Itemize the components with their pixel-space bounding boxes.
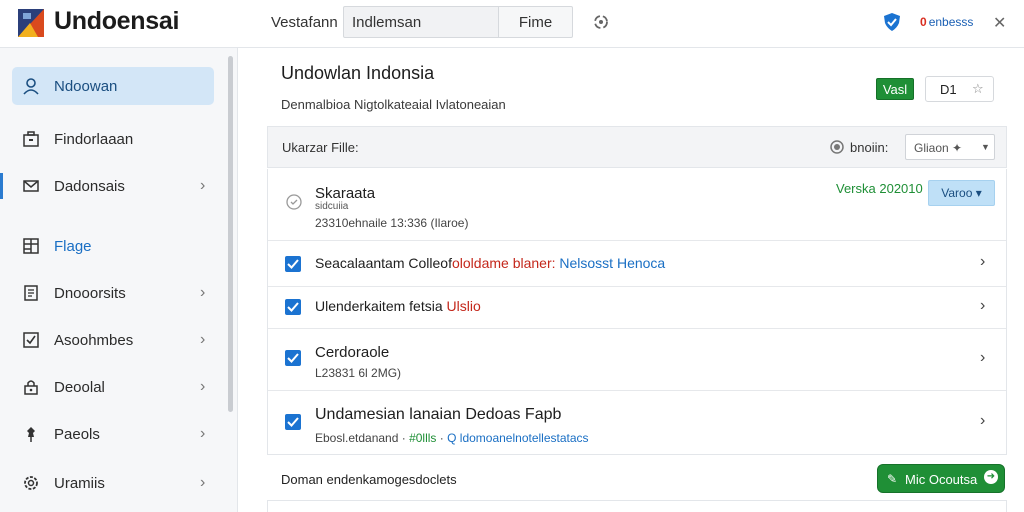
shield-check-icon[interactable] [882,12,902,32]
page-title: Undowlan Indonsia [281,63,435,83]
sidebar-item-label: Findorlaaan [54,130,134,148]
file-list-header: Ukarzar Fille: bnoiin: Gliaon ✦ ▼ [267,126,1007,168]
item-subtitle: sidcuiia [315,201,349,212]
sidebar-item-label: Flage [54,237,92,255]
chevron-right-icon: › [200,331,206,348]
sidebar-item-paeols[interactable]: Paeols › [0,415,228,453]
sidebar-item-label: Paeols [54,425,100,443]
item-title: Skaraata [315,185,376,202]
top-bar: Undoensai Vestafann Fime 0enbesss ✕ [0,0,1024,48]
user-icon [23,78,39,95]
sidebar-item-label: Dnooorsits [54,284,126,302]
sidebar-item-label: Dadonsais [54,177,125,195]
list-item[interactable]: Seacalaantam Colleofololdame blaner: Nel… [268,241,1006,287]
item-meta: Ebosl.etdanand · #0llls · Q ldomoanelnot… [315,431,589,445]
list-item[interactable]: Undamesian lanaian Dedoas Fapb Ebosl.etd… [268,391,1006,455]
refresh-icon[interactable] [592,13,610,31]
rating-control[interactable]: D1 ☆ [925,76,994,102]
chevron-right-icon: › [200,474,206,491]
file-list: Skaraata sidcuiia 23310ehnaile 13:336 (I… [267,169,1007,455]
chevron-right-icon[interactable]: › [980,297,985,315]
filter-select-value: Gliaon ✦ [914,141,963,155]
list-item[interactable]: Cerdoraole L23831 6l 2MG) › [268,329,1006,391]
chevron-down-icon: ▼ [981,142,990,152]
chevron-right-icon: › [200,378,206,395]
sidebar-item-label: Asoohmbes [54,331,134,349]
sidebar-item-findorlaaan[interactable]: Findorlaaan [0,120,228,158]
sidebar-item-asoohmbes[interactable]: Asoohmbes › [0,321,228,359]
document-icon [24,285,38,301]
rating-value: D1 [940,82,957,97]
status-badge[interactable]: Vasl [876,78,914,100]
chevron-right-icon: › [200,425,206,442]
sidebar-item-deoolal[interactable]: Deoolal › [0,368,228,406]
item-title: Undamesian lanaian Dedoas Fapb [315,406,562,423]
item-title: Seacalaantam Colleofololdame blaner: Nel… [315,255,666,271]
primary-action-button[interactable]: ✎ Mic Ocoutsa ➜ [877,464,1005,493]
sidebar-item-ndoowan[interactable]: Ndoowan [12,67,214,105]
sidebar-item-label: Uramiis [54,474,105,492]
item-version: Verska 202010 [836,181,923,196]
file-icon [286,194,302,210]
footer-text: Doman endenkamogesdoclets [281,472,457,487]
primary-action-label: Mic Ocoutsa [905,472,978,487]
file-button[interactable]: Fime [498,6,573,38]
filter-select[interactable]: Gliaon ✦ ▼ [905,134,995,160]
sidebar-item-dnooorsits[interactable]: Dnooorsits › [0,274,228,312]
item-title: Cerdoraole [315,344,390,361]
item-title: Ulenderkaitem fetsia Ulslio [315,298,481,314]
sidebar-item-flage[interactable]: Flage [0,227,228,265]
lock-icon [24,380,38,395]
toggle-label: bnoiin: [850,140,889,155]
next-panel-edge [267,500,1007,512]
checkbox-icon [23,332,39,348]
chevron-right-icon: › [200,284,206,301]
item-meta: 23310ehnaile 13:336 (Ilaroe) [315,216,469,230]
version-dropdown-button[interactable]: Varoo ▾ [928,180,995,206]
gear-icon [24,476,38,490]
briefcase-icon [23,131,39,147]
item-checkbox[interactable] [285,414,301,430]
item-meta: L23831 6l 2MG) [315,366,402,380]
sidebar-item-uramiis[interactable]: Uramiis › [0,464,228,502]
app-brand: Undoensai [54,7,180,35]
sidebar-item-label: Deoolal [54,378,105,396]
grid-icon [23,238,39,254]
mail-icon [23,180,39,192]
leaf-icon: ✎ [887,472,898,486]
page-subtitle: Denmalbioa Nigtolkateaial Ivlatoneaian [281,97,506,112]
chevron-right-icon: › [200,177,206,194]
toggle-icon[interactable] [830,140,844,154]
search-input[interactable] [343,6,499,38]
list-item[interactable]: Skaraata sidcuiia 23310ehnaile 13:336 (I… [268,169,1006,241]
item-checkbox[interactable] [285,256,301,272]
sidebar: Ndoowan Findorlaaan Dadonsais › Flage Dn… [0,48,238,512]
app-logo-icon[interactable] [18,9,44,37]
chevron-right-icon[interactable]: › [980,253,985,271]
chevron-right-icon[interactable]: › [980,412,985,430]
search-label: Vestafann [271,14,338,31]
item-checkbox[interactable] [285,350,301,366]
arrow-right-icon: ➜ [984,470,998,484]
sidebar-scrollbar[interactable] [228,56,233,412]
notification-count: 0 [920,15,927,29]
file-list-title: Ukarzar Fille: [282,140,359,155]
notifications-label: enbesss [928,15,974,29]
sidebar-item-label: Ndoowan [54,77,118,95]
pin-icon [27,427,35,442]
list-item[interactable]: Ulenderkaitem fetsia Ulslio › [268,287,1006,329]
chevron-right-icon[interactable]: › [980,349,985,367]
sidebar-item-dadonsais[interactable]: Dadonsais › [0,167,228,205]
notifications-indicator[interactable]: 0 enbesss [920,15,973,29]
star-icon[interactable]: ☆ [972,81,984,97]
item-checkbox[interactable] [285,299,301,315]
close-icon[interactable]: ✕ [993,13,1006,33]
